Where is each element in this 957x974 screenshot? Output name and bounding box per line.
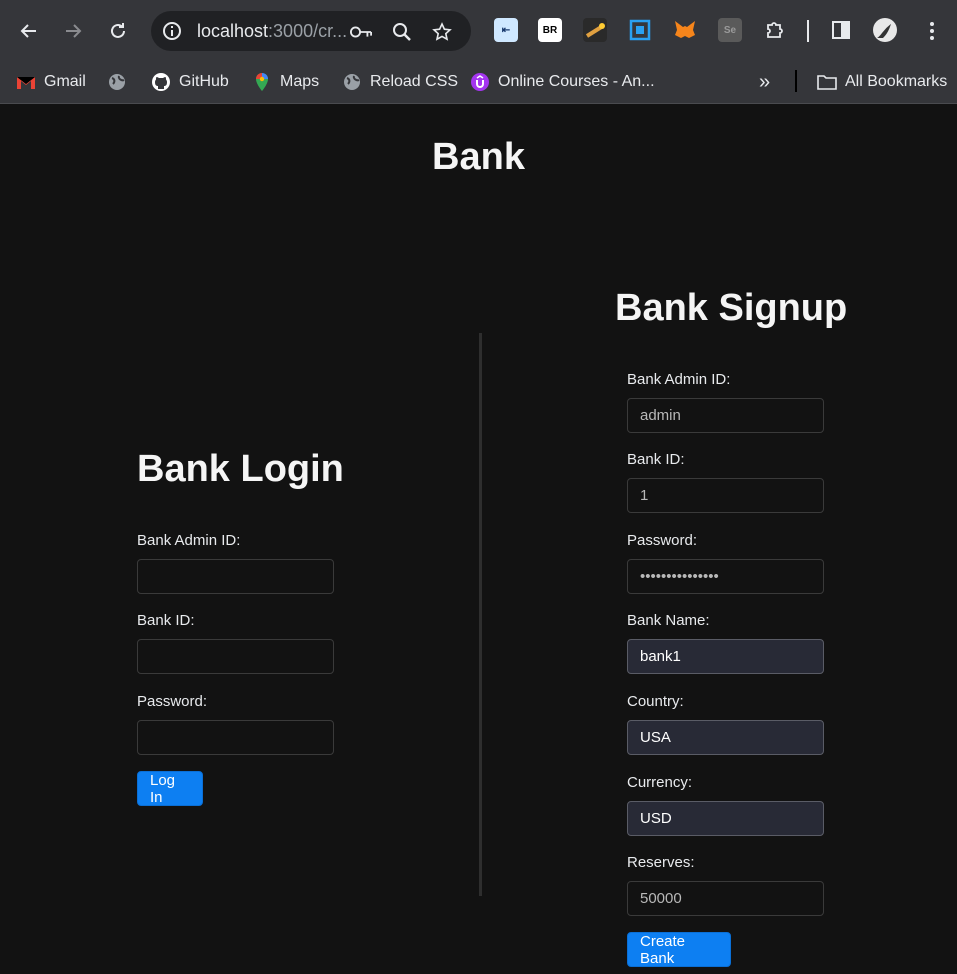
bookmark-label: Gmail	[44, 73, 86, 90]
udemy-icon	[470, 72, 490, 92]
url-text[interactable]: localhost:3000/cr...	[197, 21, 347, 42]
password-key-icon[interactable]	[350, 21, 372, 43]
signup-password-value: •••••••••••••••	[640, 568, 719, 585]
bookmark-star-icon[interactable]	[431, 21, 453, 43]
ext-br-icon[interactable]: BR	[538, 18, 562, 42]
signup-currency-value: USD	[640, 810, 672, 827]
all-bookmarks-button[interactable]: All Bookmarks	[817, 68, 947, 96]
forward-arrow-icon	[66, 24, 82, 38]
folder-icon	[817, 72, 837, 92]
page-title: Bank	[432, 136, 525, 178]
reload-icon	[111, 23, 125, 38]
side-panel-icon[interactable]	[829, 18, 853, 42]
signup-bank-name-label: Bank Name:	[627, 612, 710, 629]
login-title: Bank Login	[137, 448, 344, 490]
bookmark-label: Reload CSS	[370, 73, 459, 90]
bookmark-label: GitHub	[179, 73, 229, 90]
github-icon	[151, 72, 171, 92]
bookmark-separator	[795, 70, 797, 92]
extensions-puzzle-icon[interactable]	[763, 18, 787, 42]
signup-reserves-value: 50000	[640, 890, 682, 907]
url-host: localhost	[197, 21, 269, 41]
signup-reserves-label: Reserves:	[627, 854, 695, 871]
forward-button[interactable]	[56, 14, 90, 48]
avatar[interactable]	[873, 18, 897, 42]
ext-br-label: BR	[542, 24, 558, 36]
ext-torch-icon[interactable]	[583, 18, 607, 42]
bookmark-online-courses[interactable]: Online Courses - An...	[470, 68, 655, 96]
login-bank-id-label: Bank ID:	[137, 612, 195, 629]
reload-button[interactable]	[101, 14, 135, 48]
address-bar[interactable]: localhost:3000/cr...	[151, 11, 471, 51]
signup-reserves-input[interactable]: 50000	[627, 881, 824, 916]
create-bank-button[interactable]: Create Bank	[627, 932, 731, 967]
login-button[interactable]: Log In	[137, 771, 203, 806]
url-path: :3000/cr...	[268, 21, 348, 41]
login-admin-id-input[interactable]	[137, 559, 334, 594]
toolbar-separator	[807, 20, 809, 42]
more-bookmarks-button[interactable]: »	[759, 68, 770, 96]
signup-title: Bank Signup	[615, 287, 848, 329]
zoom-icon[interactable]	[391, 21, 413, 43]
bookmark-reload-css[interactable]: Reload CSS	[342, 68, 458, 96]
section-divider	[479, 333, 482, 896]
site-info-icon[interactable]	[162, 21, 182, 41]
signup-admin-label: Bank Admin ID:	[627, 371, 731, 388]
bookmark-gmail[interactable]: Gmail	[16, 68, 86, 96]
bookmark-label: Online Courses - An...	[498, 73, 655, 90]
signup-bank-id-label: Bank ID:	[627, 451, 685, 468]
back-button[interactable]	[12, 14, 46, 48]
chevron-double-right-icon: »	[759, 70, 771, 93]
signup-currency-input[interactable]: USD	[627, 801, 824, 836]
bookmark-globe[interactable]	[107, 68, 135, 96]
bookmark-github[interactable]: GitHub	[151, 68, 229, 96]
bookmark-maps[interactable]: Maps	[252, 68, 319, 96]
login-password-label: Password:	[137, 693, 208, 710]
globe-icon	[342, 72, 362, 92]
signup-country-label: Country:	[627, 693, 684, 710]
signup-bank-name-value: bank1	[640, 648, 681, 665]
login-admin-label: Bank Admin ID:	[137, 532, 241, 549]
bookmarks-bar: Gmail GitHub Maps Reload CSS Online Cour…	[0, 62, 957, 104]
browser-toolbar: localhost:3000/cr... ⇤ BR Se	[0, 0, 957, 62]
maps-icon	[252, 72, 272, 92]
signup-admin-id-input[interactable]: admin	[627, 398, 824, 433]
metamask-fox-icon[interactable]	[673, 18, 697, 42]
ext-login-label: ⇤	[501, 24, 511, 36]
signup-country-input[interactable]: USA	[627, 720, 824, 755]
signup-bank-id-input[interactable]: 1	[627, 478, 824, 513]
login-bank-id-input[interactable]	[137, 639, 334, 674]
signup-bank-name-input[interactable]: bank1	[627, 639, 824, 674]
ext-screenshot-icon[interactable]	[628, 18, 652, 42]
back-arrow-icon	[20, 24, 36, 38]
signup-bank-id-value: 1	[640, 487, 649, 504]
gmail-icon	[16, 72, 36, 92]
all-bookmarks-label: All Bookmarks	[845, 73, 948, 90]
selenium-icon[interactable]: Se	[718, 18, 742, 42]
login-password-input[interactable]	[137, 720, 334, 755]
selenium-label: Se	[723, 24, 737, 36]
signup-admin-id-value: admin	[640, 407, 681, 424]
signup-country-value: USA	[640, 729, 671, 746]
globe-icon	[107, 72, 127, 92]
bookmark-label: Maps	[280, 73, 320, 90]
ext-login-icon[interactable]: ⇤	[494, 18, 518, 42]
signup-password-label: Password:	[627, 532, 698, 549]
menu-kebab-icon[interactable]	[915, 14, 949, 48]
signup-currency-label: Currency:	[627, 774, 693, 791]
signup-password-input[interactable]: •••••••••••••••	[627, 559, 824, 594]
